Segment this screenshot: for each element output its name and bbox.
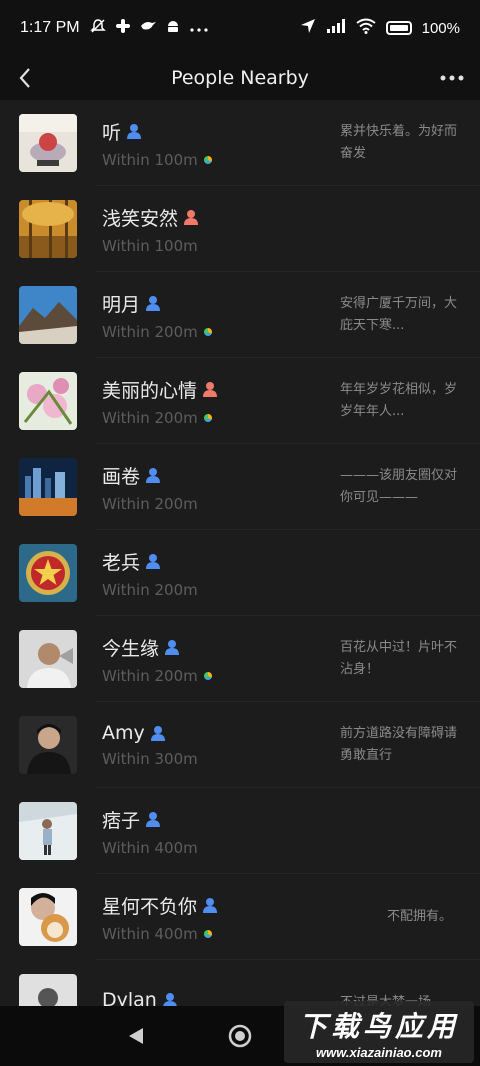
person-name: 星何不负你	[102, 895, 198, 918]
distance: Within 200m	[102, 666, 198, 685]
male-icon	[146, 296, 161, 311]
list-item[interactable]: 今生缘 Within 200m 百花从中过！片叶不沾身！	[0, 616, 480, 702]
status-bar: 1:17 PM 100%	[0, 0, 480, 56]
list-item[interactable]: 画卷 Within 200m ———该朋友圈仅对你可见———	[0, 444, 480, 530]
signature: 前方道路没有障碍请勇敢直行	[340, 726, 458, 763]
person-name: Dylan	[102, 989, 157, 1006]
list-item[interactable]: 美丽的心情 Within 200m 年年岁岁花相似，岁岁年年人...	[0, 358, 480, 444]
list-item[interactable]: 痞子 Within 400m	[0, 788, 480, 874]
more-notifications-icon	[189, 20, 208, 36]
list-item[interactable]: 星何不负你 Within 400m 不配拥有。	[0, 874, 480, 960]
list-item[interactable]: 老兵 Within 200m	[0, 530, 480, 616]
male-icon	[163, 993, 177, 1006]
avatar	[19, 544, 77, 602]
wifi-icon	[356, 18, 376, 38]
chevron-left-icon	[19, 68, 30, 88]
person-name: 听	[102, 121, 122, 144]
distance: Within 400m	[102, 924, 198, 943]
battery-percent: 100%	[421, 19, 460, 37]
avatar	[19, 888, 77, 946]
status-time: 1:17 PM	[20, 19, 80, 36]
male-icon	[146, 468, 161, 483]
location-icon	[300, 18, 316, 38]
list-item[interactable]: 明月 Within 200m 安得广厦千万间，大庇天下寒...	[0, 272, 480, 358]
avatar	[19, 458, 77, 516]
list-item[interactable]: 听 Within 100m 累并快乐着。为好而奋发	[0, 100, 480, 186]
distance: Within 300m	[102, 750, 198, 768]
header: People Nearby	[0, 56, 480, 100]
notification-icons	[89, 18, 208, 38]
back-button[interactable]	[0, 56, 50, 100]
more-dots-icon	[440, 75, 464, 81]
list-item[interactable]: Amy Within 300m 前方道路没有障碍请勇敢直行	[0, 702, 480, 788]
system-back-button[interactable]	[124, 1024, 148, 1048]
avatar	[19, 200, 77, 258]
signal-icon	[326, 18, 346, 38]
avatar	[19, 114, 77, 172]
avatar	[19, 802, 77, 860]
person-name: Amy	[102, 722, 145, 744]
person-name: 画卷	[102, 465, 141, 488]
male-icon	[203, 898, 218, 913]
avatar	[19, 286, 77, 344]
triangle-back-icon	[129, 1028, 143, 1044]
home-circle-icon	[228, 1024, 252, 1048]
male-icon	[150, 726, 165, 741]
avatar	[19, 372, 77, 430]
people-list[interactable]: 听 Within 100m 累并快乐着。为好而奋发 浅笑安然 Within 10…	[0, 100, 480, 1006]
system-home-button[interactable]	[228, 1024, 252, 1048]
watermark: 下载鸟应用 www.xiazainiao.com	[284, 1001, 474, 1063]
distance: Within 100m	[102, 150, 198, 169]
signature: 累并快乐着。为好而奋发	[340, 124, 458, 161]
moments-icon	[203, 671, 212, 680]
distance: Within 200m	[102, 322, 198, 341]
signature: ———该朋友圈仅对你可见———	[340, 468, 458, 505]
signature: 安得广厦千万间，大庇天下寒...	[340, 296, 458, 333]
moments-icon	[203, 155, 212, 164]
watermark-logo-text: 下载鸟应用	[298, 1009, 459, 1043]
moments-icon	[203, 929, 212, 938]
android-icon	[166, 19, 180, 37]
male-icon	[146, 554, 161, 569]
battery-icon	[385, 21, 412, 35]
distance: Within 200m	[102, 408, 198, 427]
person-name: 今生缘	[102, 637, 160, 660]
distance: Within 200m	[102, 494, 198, 513]
avatar	[19, 630, 77, 688]
page-title: People Nearby	[171, 67, 309, 89]
system-status: 100%	[300, 18, 460, 38]
distance: Within 100m	[102, 236, 198, 255]
male-icon	[146, 812, 161, 827]
avatar	[19, 974, 77, 1006]
female-icon	[203, 382, 218, 397]
moments-icon	[203, 327, 212, 336]
bird-icon	[140, 20, 156, 36]
avatar	[19, 716, 77, 774]
watermark-url: www.xiazainiao.com	[316, 1044, 442, 1060]
distance: Within 400m	[102, 838, 198, 857]
female-icon	[184, 210, 199, 225]
list-item[interactable]: Dylan 不过是大梦一场	[0, 960, 480, 1006]
male-icon	[165, 640, 180, 655]
list-item[interactable]: 浅笑安然 Within 100m	[0, 186, 480, 272]
more-options-button[interactable]	[424, 56, 480, 100]
person-name: 老兵	[102, 551, 141, 574]
person-name: 痞子	[102, 809, 141, 832]
person-name: 浅笑安然	[102, 207, 179, 230]
signature: 百花从中过！片叶不沾身！	[340, 640, 458, 677]
mute-icon	[89, 18, 106, 38]
moments-icon	[203, 413, 212, 422]
signature: 年年岁岁花相似，岁岁年年人...	[340, 382, 458, 419]
distance: Within 200m	[102, 580, 198, 599]
signature: 不配拥有。	[386, 909, 452, 924]
person-name: 明月	[102, 293, 141, 316]
slack-icon	[115, 19, 130, 37]
male-icon	[127, 124, 142, 139]
person-name: 美丽的心情	[102, 379, 198, 402]
